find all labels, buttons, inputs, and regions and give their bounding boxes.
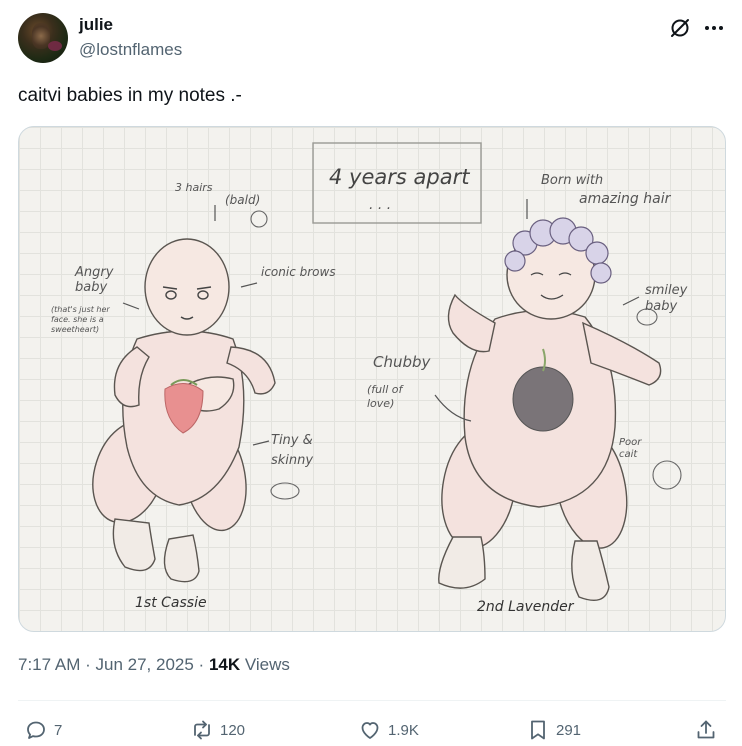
heart-icon: [361, 722, 379, 739]
note-amazing-hair: amazing hair: [579, 191, 671, 207]
views-label: Views: [244, 655, 290, 674]
tweet-time[interactable]: 7:17 AM: [18, 655, 80, 674]
note-tiny-skinny: Tiny & skinny: [271, 433, 314, 468]
caption-lavender: 2nd Lavender: [477, 599, 574, 615]
note-header: 4 years apart: [329, 165, 470, 189]
views-count: 14K: [208, 655, 241, 674]
repost-button[interactable]: 120: [190, 716, 245, 744]
note-born-with: Born with: [541, 173, 604, 188]
meta-separator: ·: [198, 655, 209, 674]
avatar-detail: [48, 41, 62, 51]
bookmark-button[interactable]: 291: [526, 716, 581, 744]
divider: [18, 700, 726, 701]
repost-icon: [194, 720, 210, 740]
note-poor-cait: Poor cait: [619, 437, 642, 460]
meta-separator: ·: [85, 655, 96, 674]
share-button[interactable]: [694, 716, 718, 744]
note-bald: (bald): [225, 193, 261, 207]
tweet-image[interactable]: 4 years apart . . . 3 hairs (bald) Angry…: [18, 126, 726, 632]
repost-count: 120: [220, 721, 246, 739]
share-icon: [697, 720, 715, 739]
note-angry-baby: Angry baby: [75, 265, 114, 295]
grok-button[interactable]: [668, 16, 692, 40]
caption-cassie: 1st Cassie: [135, 595, 207, 611]
bookmark-count: 291: [556, 721, 582, 739]
reply-icon: [27, 721, 45, 739]
avatar[interactable]: [18, 13, 68, 63]
note-smiley-baby: smiley baby: [645, 283, 688, 314]
reply-button[interactable]: 7: [24, 716, 62, 744]
tweet-date[interactable]: Jun 27, 2025: [96, 655, 194, 674]
more-icon: [705, 26, 723, 30]
note-dots: . . .: [369, 197, 392, 213]
like-button[interactable]: 1.9K: [358, 716, 419, 744]
grok-icon: [671, 19, 689, 37]
like-count: 1.9K: [388, 721, 419, 739]
tweet-text: caitvi babies in my notes .-: [18, 85, 242, 106]
note-three-hairs: 3 hairs: [175, 181, 213, 194]
note-full-of-love: (full of love): [367, 383, 403, 410]
bookmark-icon: [531, 720, 545, 740]
note-iconic-brows: iconic brows: [261, 265, 336, 279]
more-button[interactable]: [702, 16, 726, 40]
handle[interactable]: @lostnflames: [79, 40, 182, 60]
display-name[interactable]: julie: [79, 15, 113, 35]
tweet-meta: 7:17 AM · Jun 27, 2025 · 14K Views: [18, 655, 290, 675]
reply-count: 7: [54, 721, 63, 739]
note-angry-sub: (that's just her face. she is a sweethea…: [51, 305, 110, 334]
note-chubby: Chubby: [373, 353, 431, 371]
